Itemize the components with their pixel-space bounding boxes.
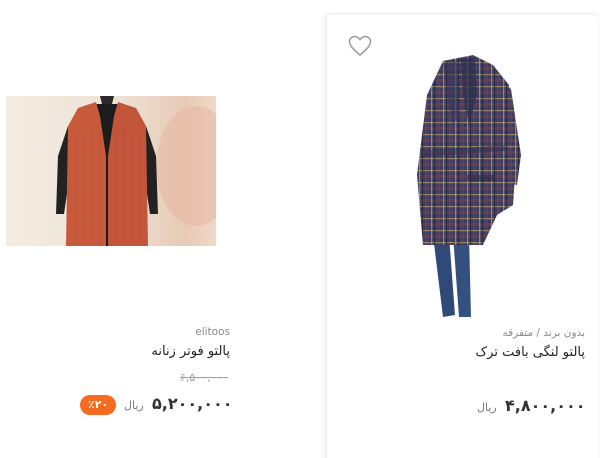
coat-plaid-image xyxy=(417,55,521,317)
product-image[interactable] xyxy=(6,96,216,246)
product-card-plaid-coat[interactable]: بدون برند / متفرقه پالتو لنگی بافت ترک ر… xyxy=(326,14,598,458)
coat-orange-image xyxy=(56,96,216,246)
product-old-price: ۶,۵۰۰,۰۰۰ xyxy=(180,371,229,384)
heart-outline-icon[interactable] xyxy=(348,35,372,57)
currency-label: ریال xyxy=(124,399,144,412)
currency-label: ریال xyxy=(477,401,497,414)
product-title[interactable]: پالتو فوتر زنانه xyxy=(100,344,230,359)
product-price: ۵,۲۰۰,۰۰۰ xyxy=(152,394,233,413)
product-price: ۴,۸۰۰,۰۰۰ xyxy=(505,396,586,415)
product-title[interactable]: پالتو لنگی بافت ترک xyxy=(427,345,585,360)
product-brand: بدون برند / متفرقه xyxy=(502,327,585,339)
product-image[interactable] xyxy=(413,55,533,319)
product-card-elitoos[interactable]: elitoos پالتو فوتر زنانه ۶,۵۰۰,۰۰۰ ٪۲۰ ر… xyxy=(0,0,320,458)
discount-badge: ٪۲۰ xyxy=(80,395,117,415)
product-brand: elitoos xyxy=(195,326,230,338)
